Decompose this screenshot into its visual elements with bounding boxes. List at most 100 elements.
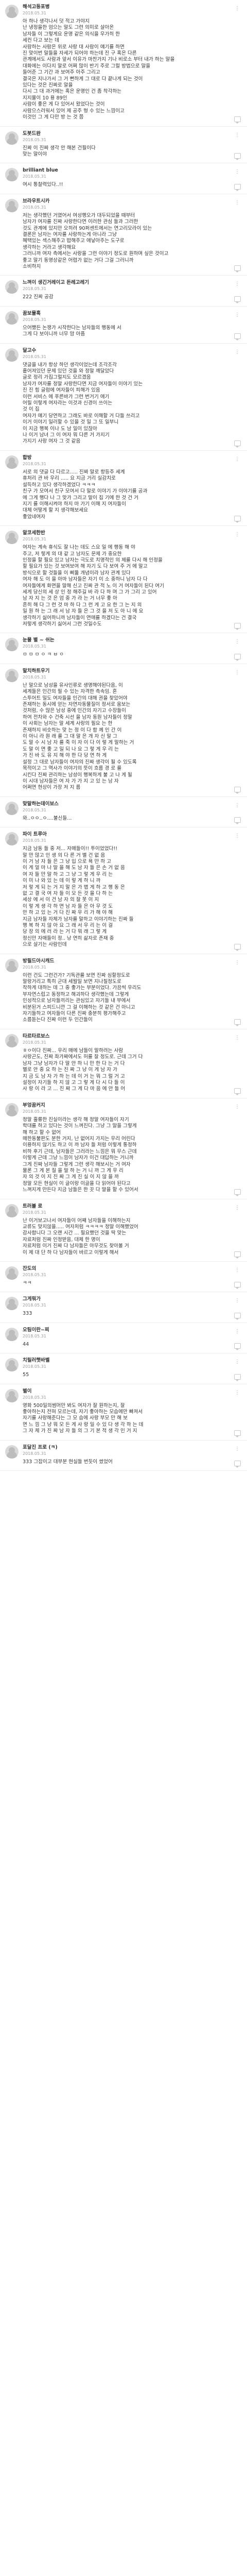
- avatar[interactable]: [5, 1266, 19, 1280]
- author-name[interactable]: 오팀이란~찌: [23, 1327, 49, 1333]
- author-name[interactable]: 말치하트우기: [23, 668, 49, 674]
- comment-line: 지 금 도 남 자 가 하 는 데 이 거 는 뭐 그 럴 거 고: [23, 1073, 125, 1079]
- more-options-icon[interactable]: ⋮: [234, 1267, 241, 1274]
- avatar[interactable]: [5, 1327, 19, 1341]
- author-name[interactable]: brilliant blue: [23, 167, 58, 174]
- author-name[interactable]: 포달진 프로 (ㅋ): [23, 1445, 58, 1451]
- more-options-icon[interactable]: ⋮: [234, 168, 241, 176]
- comment-body: 정말 훌륭한 진실이라는 생각 해 정말 여자들이 자기 학대를 하고 있다는 것…: [23, 1117, 241, 1194]
- avatar[interactable]: [5, 1103, 19, 1116]
- reply-button[interactable]: [234, 438, 241, 448]
- comment-item: 브라우트시카 2018.05.31 ⋮ 저는 생각했던 거였어서 여성행오가 대두되었…: [0, 194, 247, 276]
- avatar[interactable]: [5, 280, 19, 294]
- avatar[interactable]: [5, 455, 19, 469]
- avatar[interactable]: [5, 638, 19, 652]
- reply-button[interactable]: [234, 182, 241, 192]
- more-options-icon[interactable]: ⋮: [234, 802, 241, 809]
- more-options-icon[interactable]: ⋮: [234, 638, 241, 646]
- reply-button[interactable]: [234, 621, 241, 631]
- reply-button[interactable]: [234, 114, 241, 124]
- avatar[interactable]: [5, 131, 19, 145]
- reply-button[interactable]: [234, 652, 241, 662]
- reply-button[interactable]: [234, 1187, 241, 1197]
- author-name[interactable]: 도봇드완: [23, 131, 46, 137]
- more-options-icon[interactable]: ⋮: [234, 1205, 241, 1212]
- more-options-icon[interactable]: ⋮: [234, 531, 241, 538]
- more-options-icon[interactable]: ⋮: [234, 1446, 241, 1453]
- author-name[interactable]: 별이: [23, 1388, 46, 1395]
- reply-button[interactable]: [234, 815, 241, 825]
- reply-button[interactable]: [234, 1280, 241, 1290]
- more-options-icon[interactable]: ⋮: [234, 1389, 241, 1397]
- author-name[interactable]: 그게뭐가: [23, 1296, 46, 1302]
- comment-line: 여자가 얘기 당연하고 그래도 바로 이해할 거 다들 쓰리고: [23, 413, 140, 419]
- avatar[interactable]: [5, 1297, 19, 1311]
- reply-button[interactable]: [234, 1017, 241, 1027]
- more-options-icon[interactable]: ⋮: [234, 199, 241, 207]
- more-options-icon[interactable]: ⋮: [234, 132, 241, 139]
- avatar[interactable]: [5, 958, 19, 972]
- author-name[interactable]: 치릴러햇바벨: [23, 1358, 49, 1364]
- avatar[interactable]: [5, 832, 19, 846]
- avatar[interactable]: [5, 311, 19, 325]
- reply-button[interactable]: [234, 1372, 241, 1382]
- avatar[interactable]: [5, 198, 19, 212]
- more-options-icon[interactable]: ⋮: [234, 833, 241, 840]
- avatar[interactable]: [5, 1388, 19, 1402]
- avatar[interactable]: [5, 801, 19, 815]
- comment-line: 저렇게 생각하기 싫어서 그런 것일수도: [23, 621, 102, 627]
- author-name[interactable]: 잔도의: [23, 1266, 46, 1272]
- author-name[interactable]: 맞말하는데이보스: [23, 801, 59, 807]
- comment-item: 말치하트우기 2018.05.31 ⋮ 난 말으로 남성을 유사인류로 생명해야된다음…: [0, 664, 247, 797]
- reply-button[interactable]: [234, 1428, 241, 1438]
- author-name[interactable]: 브라우트시카: [23, 198, 49, 205]
- reply-button[interactable]: [234, 514, 241, 523]
- avatar[interactable]: [5, 1358, 19, 1372]
- reply-button[interactable]: [234, 331, 241, 341]
- avatar[interactable]: [5, 5, 19, 18]
- reply-button[interactable]: [234, 942, 241, 952]
- reply-button[interactable]: [234, 151, 241, 161]
- author-name[interactable]: 눈물 별 ~ 쉬는: [23, 637, 55, 643]
- more-options-icon[interactable]: ⋮: [234, 669, 241, 676]
- avatar[interactable]: [5, 1204, 19, 1217]
- author-name[interactable]: 파이 트루아: [23, 832, 47, 838]
- reply-button[interactable]: [234, 785, 241, 794]
- author-name[interactable]: 해석고등포병: [23, 4, 49, 10]
- author-name[interactable]: 느껴이 생긴거레이고 돈레고레기: [23, 280, 89, 286]
- more-options-icon[interactable]: ⋮: [234, 1359, 241, 1366]
- reply-button[interactable]: [234, 263, 241, 273]
- more-options-icon[interactable]: ⋮: [234, 959, 241, 967]
- reply-button[interactable]: [234, 1249, 241, 1259]
- more-options-icon[interactable]: ⋮: [234, 1035, 241, 1042]
- comment-line: 자료처럼 진짜 인정받음, 대체 한 명이: [23, 1236, 100, 1243]
- reply-button[interactable]: [234, 1459, 241, 1468]
- author-name[interactable]: 방필드아시캐드: [23, 958, 54, 964]
- reply-button[interactable]: [234, 1086, 241, 1096]
- avatar[interactable]: [5, 1445, 19, 1459]
- more-options-icon[interactable]: ⋮: [234, 5, 241, 12]
- author-name[interactable]: 꿈보물혹: [23, 311, 46, 317]
- reply-button[interactable]: [234, 294, 241, 304]
- more-options-icon[interactable]: ⋮: [234, 1328, 241, 1335]
- reply-button[interactable]: [234, 1311, 241, 1320]
- more-options-icon[interactable]: ⋮: [234, 349, 241, 356]
- avatar[interactable]: [5, 348, 19, 362]
- comment-date: 2018.05.31: [23, 137, 46, 142]
- avatar[interactable]: [5, 168, 19, 182]
- avatar[interactable]: [5, 531, 19, 545]
- author-name[interactable]: 달고수: [23, 348, 46, 354]
- author-name[interactable]: 트러블 로: [23, 1204, 46, 1210]
- more-options-icon[interactable]: ⋮: [234, 456, 241, 463]
- more-options-icon[interactable]: ⋮: [234, 312, 241, 319]
- more-options-icon[interactable]: ⋮: [234, 281, 241, 288]
- author-name[interactable]: 부엉꿈커지: [23, 1103, 46, 1109]
- avatar[interactable]: [5, 1033, 19, 1047]
- author-name[interactable]: 타르타르보스: [23, 1033, 49, 1040]
- author-name[interactable]: 합방: [23, 455, 46, 461]
- reply-button[interactable]: [234, 1341, 241, 1351]
- author-name[interactable]: 알코세한반: [23, 530, 46, 536]
- more-options-icon[interactable]: ⋮: [234, 1104, 241, 1111]
- avatar[interactable]: [5, 668, 19, 682]
- more-options-icon[interactable]: ⋮: [234, 1297, 241, 1304]
